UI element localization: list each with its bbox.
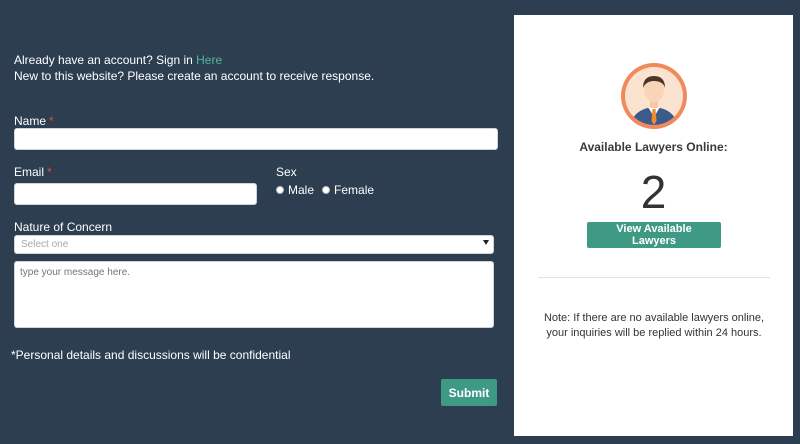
- name-label: Name *: [14, 114, 54, 128]
- email-required-mark: *: [47, 165, 52, 179]
- email-label: Email *: [14, 165, 52, 179]
- registration-form: Already have an account? Sign in Here Ne…: [0, 0, 510, 444]
- email-input[interactable]: [14, 183, 257, 205]
- response-note: Note: If there are no available lawyers …: [543, 312, 765, 339]
- sex-radio-group: Male Female: [276, 183, 382, 197]
- lawyer-avatar-icon: [621, 63, 687, 129]
- submit-button[interactable]: Submit: [441, 379, 497, 406]
- new-account-prompt: New to this website? Please create an ac…: [14, 69, 375, 83]
- lawyers-panel: Available Lawyers Online: 2 View Availab…: [514, 15, 793, 436]
- sex-radio-male[interactable]: [276, 186, 284, 194]
- signin-text: Already have an account? Sign in: [14, 53, 197, 67]
- email-label-text: Email: [14, 165, 45, 179]
- name-input[interactable]: [14, 128, 498, 150]
- caret-down-icon: [483, 240, 489, 245]
- available-lawyers-title: Available Lawyers Online:: [579, 140, 728, 154]
- confidential-note: *Personal details and discussions will b…: [11, 348, 291, 362]
- concern-select-value: Select one: [21, 239, 69, 250]
- available-lawyers-count: 2: [640, 166, 667, 218]
- signin-link[interactable]: Here: [196, 53, 222, 67]
- message-textarea[interactable]: [14, 261, 494, 328]
- name-required-mark: *: [49, 114, 54, 128]
- name-label-text: Name: [14, 114, 47, 128]
- signin-prompt: Already have an account? Sign in Here: [14, 52, 222, 68]
- view-available-lawyers-button[interactable]: View Available Lawyers: [587, 222, 721, 248]
- sex-option-male-label: Male: [288, 183, 315, 197]
- concern-select[interactable]: Select one: [14, 235, 494, 254]
- sex-option-female-label: Female: [334, 183, 375, 197]
- concern-label: Nature of Concern: [14, 220, 113, 234]
- panel-divider: [538, 277, 770, 278]
- sex-label: Sex: [276, 165, 297, 179]
- sex-radio-female[interactable]: [322, 186, 331, 194]
